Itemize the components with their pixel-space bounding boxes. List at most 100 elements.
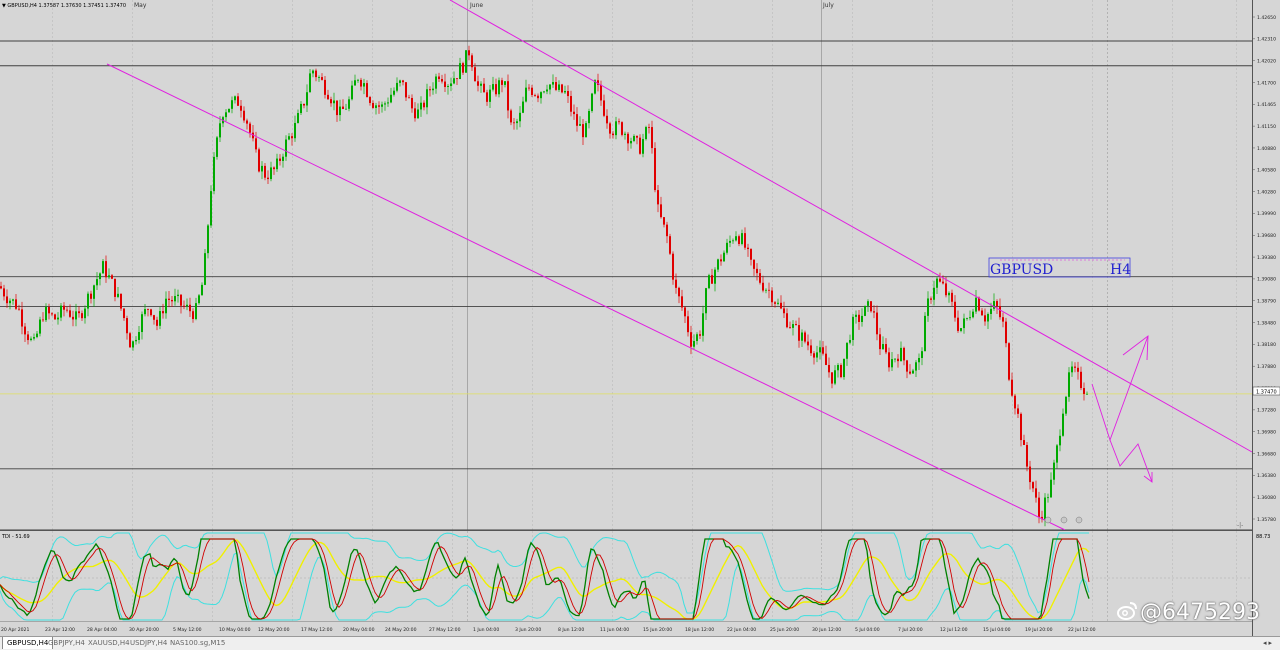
candle-body [1071,366,1073,373]
y-tick-label: 1.37880 [1257,364,1276,370]
candle-body [441,79,443,82]
y-tick-label: 1.36380 [1257,473,1276,479]
candle-body [903,347,905,361]
candle-body [1083,388,1085,394]
candle-body [99,273,101,280]
candle-body [810,345,812,354]
candle-body [501,80,503,85]
candle-body [369,97,371,103]
candle-body [288,136,290,140]
candle-body [558,84,560,90]
bollinger-lower [0,552,1090,621]
candle-body [1014,395,1016,409]
candle-body [1044,497,1046,520]
candle-body [603,100,605,116]
label-box[interactable]: GBPUSD H4 [988,257,1131,278]
candle-body [876,312,878,335]
candle-body [30,338,32,341]
candle-body [786,313,788,328]
x-tick-label: 23 Apr 12:00 [45,627,75,633]
candle-body [408,97,410,99]
x-tick-label: 1 Jun 04:00 [473,627,499,633]
candle-body [537,95,539,99]
candle-body [915,362,917,371]
candle-body [234,96,236,101]
candle-body [891,359,893,368]
candle-body [1002,317,1004,322]
candle-body [48,307,50,314]
candle-body [432,88,434,91]
price-chart[interactable]: GBPUSD H4 May June July ▼ GBPUSD,H4 1.37… [0,0,1280,531]
tab-gbpjpy-h4[interactable]: GBPJPY,H4 [44,637,89,649]
candle-body [51,313,53,315]
indicator-scale-label: 88.73 [1256,534,1270,540]
candle-body [861,315,863,322]
candle-body [987,313,989,322]
tab-nas100-m15[interactable]: NAS100.sg,M15 [166,637,229,649]
candle-body [381,104,383,107]
candle-body [60,305,62,318]
label-timeframe: H4 [1110,262,1131,278]
symbol-info: ▼ GBPUSD,H4 1.37587 1.37630 1.37451 1.37… [2,3,126,9]
candle-body [1032,482,1034,489]
candle-body [1017,408,1019,414]
candle-body [999,306,1001,318]
candle-body [771,290,773,303]
tab-scroll-arrows[interactable]: ◂▸ [1263,637,1274,649]
zoom-out-icon[interactable] [1044,516,1052,524]
candle-body [675,279,677,288]
month-label: June [469,2,483,9]
candle-body [135,339,137,342]
scroll-icon[interactable] [1075,516,1083,524]
candle-body [552,82,554,85]
candle-body [186,304,188,307]
candle-body [156,319,158,326]
month-labels: May June July [134,2,834,9]
candle-body [309,73,311,93]
x-tick-label: 5 Jul 04:00 [855,627,880,633]
candle-body [801,332,803,341]
candle-body [231,100,233,109]
candle-body [354,80,356,86]
arrow-head-icon [1122,335,1149,361]
candle-body [780,302,782,309]
candle-body [735,236,737,241]
candle-body [210,191,212,226]
candle-body [687,316,689,333]
chart-controls[interactable]: -|- [1044,516,1243,529]
candle-body [63,305,65,310]
candle-body [888,352,890,368]
candle-body [750,249,752,260]
channel-lines[interactable] [106,0,1253,531]
candle-body [1062,413,1064,436]
tab-usdjpy-h4[interactable]: USDJPY,H4 [126,637,171,649]
tdi-indicator[interactable]: TDI - 51.69 88.73 20 Apr 2021 23 Apr 12:0… [0,531,1280,636]
candle-body [639,137,641,154]
candle-body [666,224,668,237]
candle-body [990,308,992,314]
candle-body [114,278,116,297]
candle-body [1080,371,1082,389]
pane-resize-icon[interactable]: -|- [1237,522,1243,529]
candle-body [813,353,815,358]
candle-body [729,240,731,243]
candle-body [906,360,908,372]
zoom-in-icon[interactable] [1060,516,1068,524]
candle-body [120,293,122,309]
candle-body [105,261,107,278]
candle-body [384,103,386,105]
candle-body [1050,479,1052,498]
candle-body [1068,372,1070,397]
projection-arrows[interactable] [1091,335,1153,483]
candle-body [267,177,269,180]
candle-body [912,370,914,374]
candle-body [216,137,218,157]
candle-body [465,50,467,73]
candle-body [627,133,629,144]
weibo-icon [1117,602,1137,620]
candle-body [1056,445,1058,463]
candle-body [405,82,407,98]
candle-body [576,114,578,126]
candle-body [486,92,488,102]
x-tick-label: 12 May 20:00 [258,627,290,633]
